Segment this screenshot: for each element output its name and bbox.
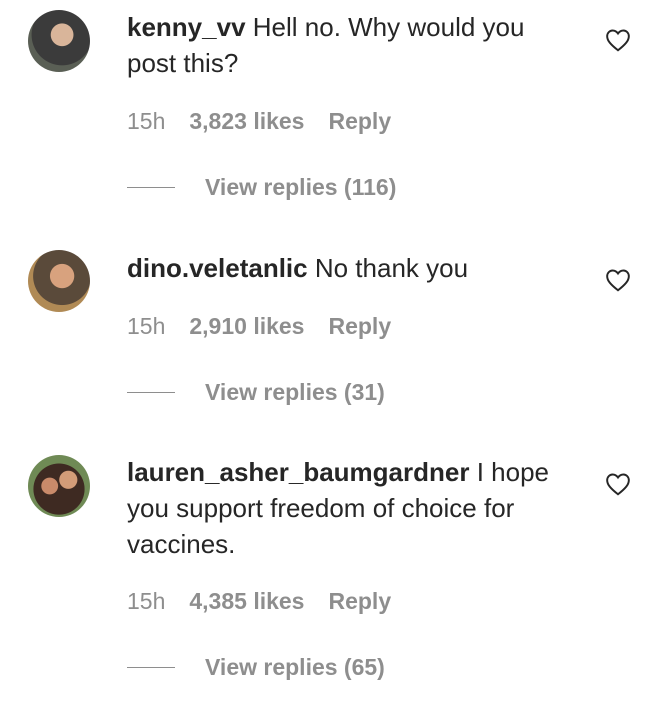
- view-replies-button[interactable]: View replies (116): [127, 174, 396, 201]
- reply-button[interactable]: Reply: [328, 108, 391, 135]
- username[interactable]: dino.veletanlic: [127, 253, 308, 283]
- heart-icon[interactable]: [605, 268, 631, 292]
- comment-body: No thank you: [314, 253, 469, 283]
- comment-meta: 15h 3,823 likes Reply: [127, 108, 391, 135]
- timestamp[interactable]: 15h: [127, 588, 165, 615]
- likes-count[interactable]: 4,385 likes: [189, 588, 304, 615]
- view-replies-label: View replies (116): [205, 174, 397, 200]
- avatar[interactable]: [28, 250, 90, 312]
- comment-text: lauren_asher_baumgardner I hope you supp…: [127, 454, 577, 562]
- view-replies-button[interactable]: View replies (31): [127, 379, 385, 406]
- replies-divider: [127, 187, 175, 188]
- replies-divider: [127, 667, 175, 668]
- view-replies-label: View replies (65): [205, 654, 385, 680]
- reply-button[interactable]: Reply: [328, 588, 391, 615]
- heart-icon[interactable]: [605, 472, 631, 496]
- comment-meta: 15h 4,385 likes Reply: [127, 588, 391, 615]
- avatar[interactable]: [28, 10, 90, 72]
- heart-icon[interactable]: [605, 28, 631, 52]
- comment-meta: 15h 2,910 likes Reply: [127, 313, 391, 340]
- comment-text: dino.veletanlic No thank you: [127, 250, 577, 286]
- timestamp[interactable]: 15h: [127, 108, 165, 135]
- likes-count[interactable]: 3,823 likes: [189, 108, 304, 135]
- view-replies-button[interactable]: View replies (65): [127, 654, 385, 681]
- avatar[interactable]: [28, 455, 90, 517]
- username[interactable]: kenny_vv: [127, 12, 246, 42]
- view-replies-label: View replies (31): [205, 379, 385, 405]
- username[interactable]: lauren_asher_baumgardner: [127, 457, 469, 487]
- timestamp[interactable]: 15h: [127, 313, 165, 340]
- comment-text: kenny_vv Hell no. Why would you post thi…: [127, 9, 577, 81]
- reply-button[interactable]: Reply: [328, 313, 391, 340]
- likes-count[interactable]: 2,910 likes: [189, 313, 304, 340]
- replies-divider: [127, 392, 175, 393]
